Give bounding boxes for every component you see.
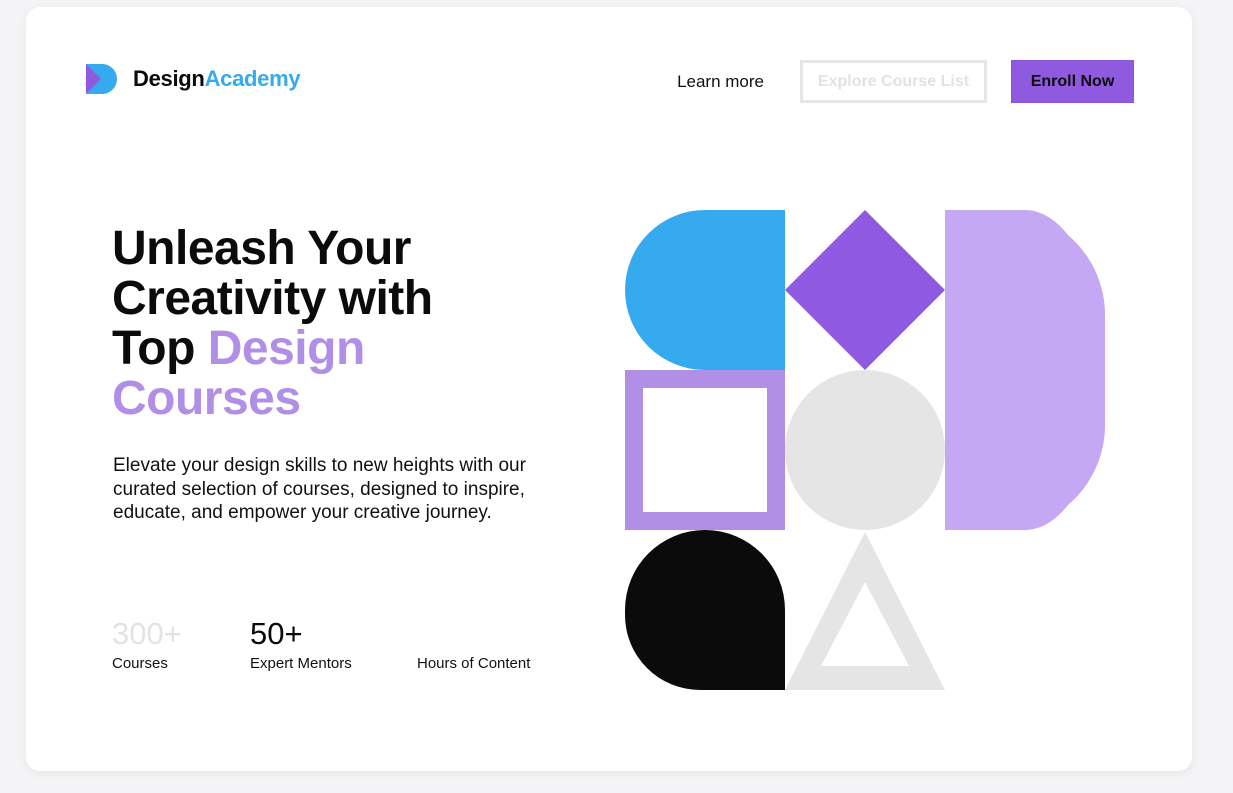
lavender-square-frame [625,370,785,530]
stat-courses: 300+ Courses [112,616,182,673]
headline-line-1: Unleash Your [112,222,411,275]
stats-row: 300+ Courses 50+ Expert Mentors Hours of… [112,617,572,677]
explore-course-list-button[interactable]: Explore Course List [800,60,987,103]
play-d-logo-icon [86,64,117,94]
stat-value: 300+ [112,616,182,651]
enroll-now-button[interactable]: Enroll Now [1011,60,1134,103]
blue-rounded-shape [625,210,785,370]
headline-line-2: Creativity with [112,272,433,325]
stat-label: Expert Mentors [250,655,352,672]
stat-mentors: 50+ Expert Mentors [250,616,352,673]
stat-label: Courses [112,655,168,672]
top-nav: Learn more Explore Course List Enroll No… [677,60,1134,103]
brand-name-part1: Design [133,66,205,91]
gray-circle-shape [785,370,945,530]
stat-value: 50+ [250,616,303,651]
logo[interactable]: DesignAcademy [86,63,301,95]
hero-card: DesignAcademy Learn more Explore Course … [26,7,1192,771]
lavender-d-shape-fill [945,210,1105,530]
geometric-illustration [625,210,1105,690]
purple-diamond-shape [785,210,945,370]
brand-name-part2: Academy [204,66,301,91]
hero-description: Elevate your design skills to new height… [113,455,526,523]
hero-headline: Unleash Your Creativity with Top Design … [112,224,552,424]
headline-accent-courses: Courses [112,372,301,425]
stat-label: Hours of Content [417,655,531,672]
stat-value [417,617,530,651]
headline-accent-design: Design [207,322,366,375]
stat-hours: Hours of Content [417,617,530,672]
brand-name: DesignAcademy [133,66,301,92]
learn-more-link[interactable]: Learn more [677,72,764,92]
gray-triangle-outline [785,532,945,690]
black-rounded-shape [625,530,785,690]
headline-line-3: Top [112,322,195,375]
